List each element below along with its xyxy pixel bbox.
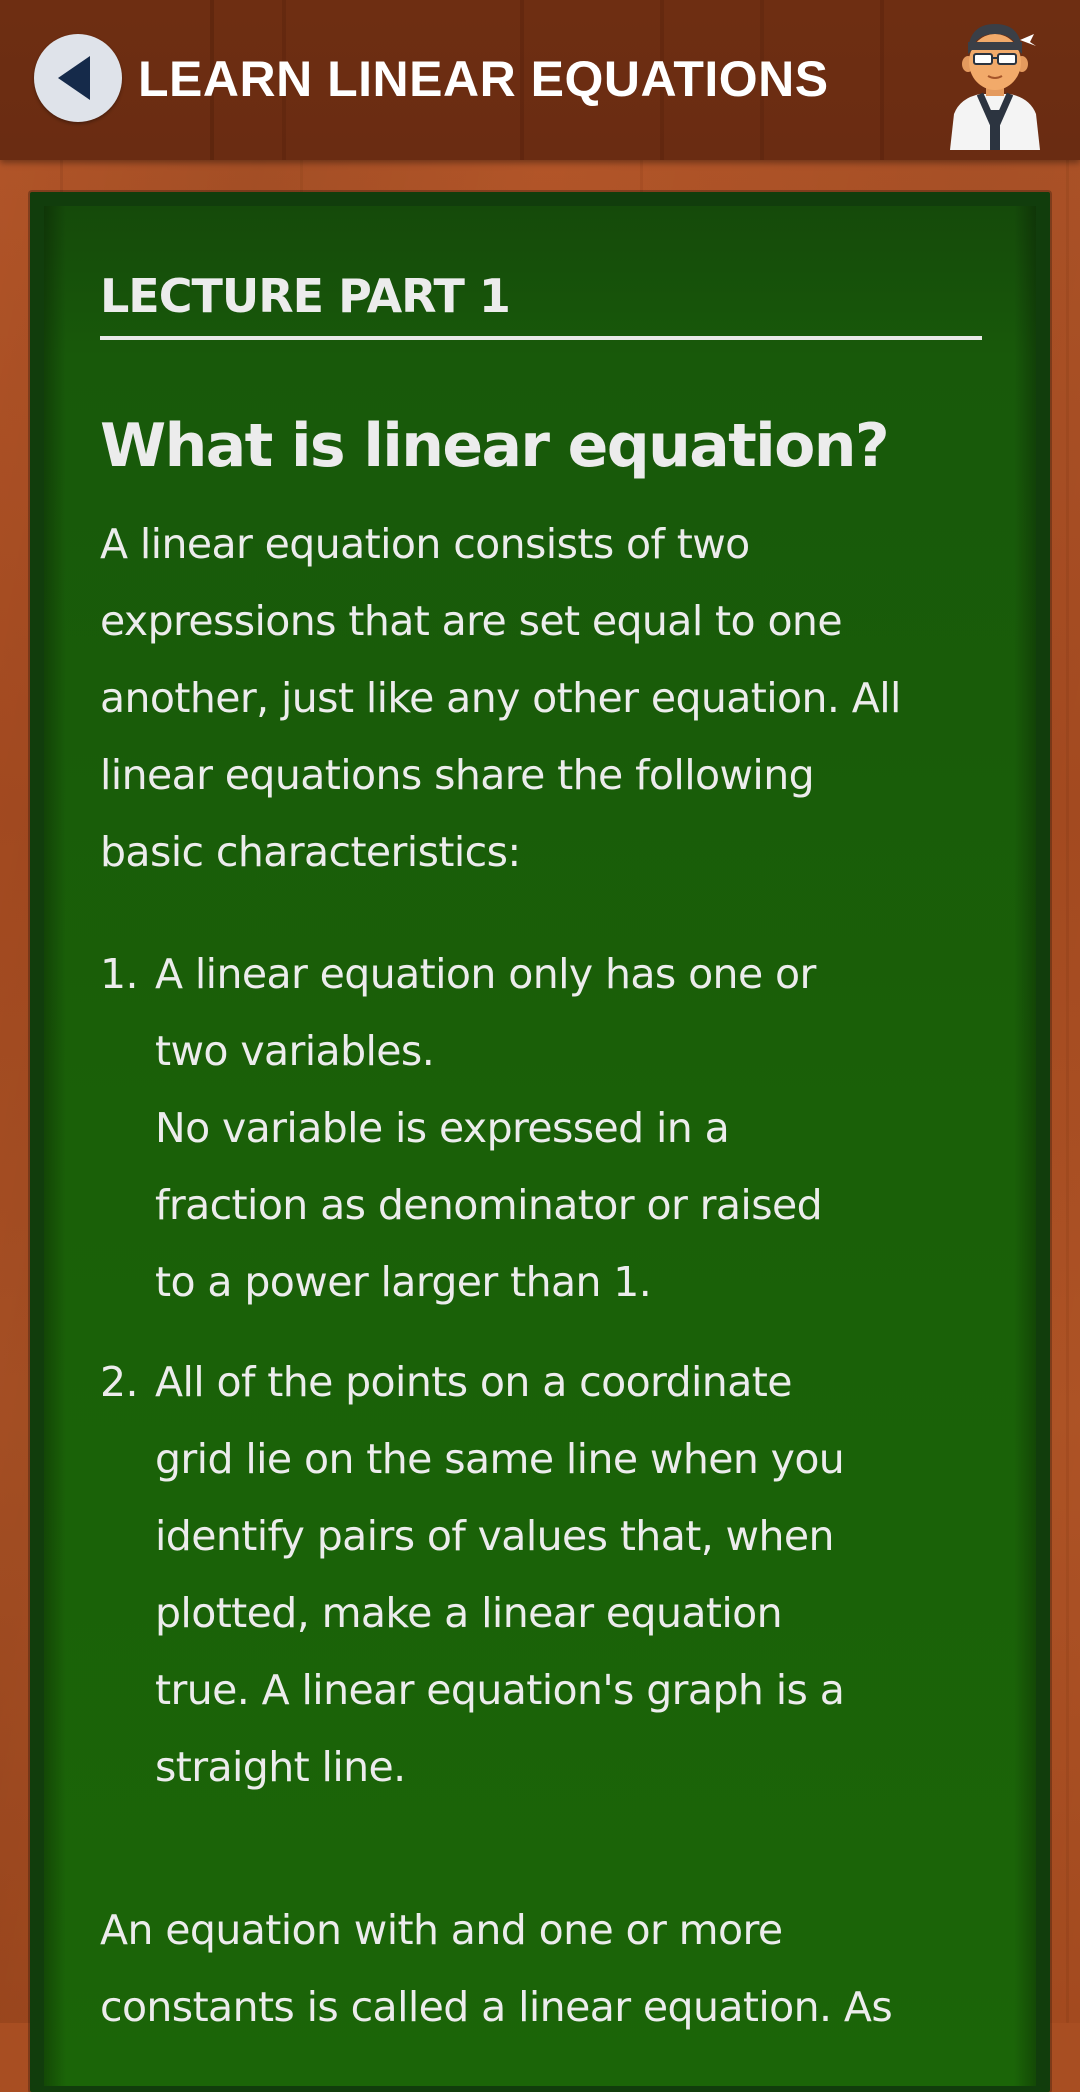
app-header: LEARN LINEAR EQUATIONS	[0, 0, 1080, 160]
intro-line: expressions that are set equal to one	[100, 597, 843, 645]
heading-divider	[100, 336, 982, 340]
page-title: LEARN LINEAR EQUATIONS	[138, 51, 829, 107]
list-line: No variable is expressed in a	[155, 1104, 730, 1152]
list-item-text: A linear equation only has one or two va…	[155, 936, 995, 1321]
list-line: to a power larger than 1.	[155, 1258, 652, 1306]
list-item-text: All of the points on a coordinate grid l…	[155, 1344, 995, 1806]
list-line: true. A linear equation's graph is a	[155, 1666, 845, 1714]
list-line: fraction as denominator or raised	[155, 1181, 823, 1229]
intro-line: A linear equation consists of two	[100, 520, 750, 568]
outro-line: An equation with and one or more	[100, 1906, 783, 1954]
lecture-part-heading: LECTURE PART 1	[100, 269, 511, 323]
back-arrow-icon	[58, 56, 90, 100]
list-line: A linear equation only has one or	[155, 950, 816, 998]
intro-line: basic characteristics:	[100, 828, 521, 876]
list-number: 1.	[100, 950, 139, 998]
lecture-question: What is linear equation?	[100, 411, 890, 481]
teacher-avatar-icon[interactable]	[940, 10, 1050, 150]
list-number: 2.	[100, 1358, 139, 1406]
back-button[interactable]	[34, 34, 122, 122]
outro-line: constants is called a linear equation. A…	[100, 1983, 893, 2031]
list-line: two variables.	[155, 1027, 435, 1075]
intro-paragraph: A linear equation consists of two expres…	[100, 506, 1000, 891]
list-line: grid lie on the same line when you	[155, 1435, 845, 1483]
intro-line: linear equations share the following	[100, 751, 815, 799]
list-line: identify pairs of values that, when	[155, 1512, 834, 1560]
list-line: All of the points on a coordinate	[155, 1358, 792, 1406]
intro-line: another, just like any other equation. A…	[100, 674, 901, 722]
list-line: straight line.	[155, 1743, 406, 1791]
list-line: plotted, make a linear equation	[155, 1589, 783, 1637]
